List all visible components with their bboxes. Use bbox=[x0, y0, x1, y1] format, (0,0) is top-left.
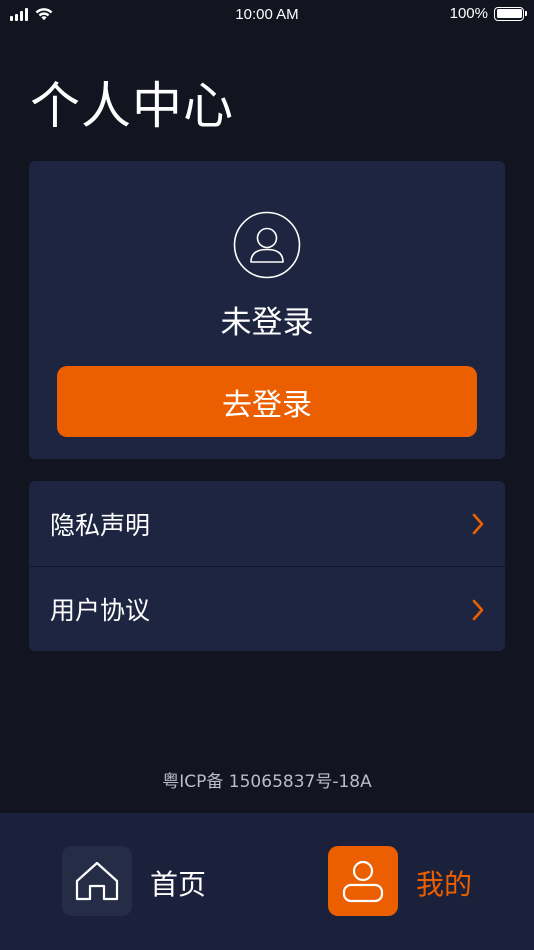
icp-license-text: 粤ICP备 15065837号-18A bbox=[162, 772, 372, 792]
user-avatar-icon bbox=[233, 211, 301, 279]
page-title: 个人中心 bbox=[30, 77, 234, 135]
tab-mine-label: 我的 bbox=[416, 868, 473, 901]
battery-icon bbox=[494, 6, 527, 21]
profile-card: 未登录 去登录 bbox=[29, 161, 505, 459]
login-status-text: 未登录 bbox=[220, 305, 314, 341]
menu-list: 隐私声明 用户协议 bbox=[29, 481, 505, 651]
tab-home-label: 首页 bbox=[150, 868, 207, 901]
menu-item-label: 用户协议 bbox=[50, 596, 151, 625]
chevron-right-icon bbox=[472, 599, 484, 621]
chevron-right-icon bbox=[472, 513, 484, 535]
menu-item-label: 隐私声明 bbox=[50, 510, 151, 540]
home-icon bbox=[75, 861, 119, 901]
status-bar: 10:00 AM 100% bbox=[0, 0, 534, 32]
battery-fill bbox=[496, 9, 522, 18]
tab-mine-icon-box bbox=[328, 846, 398, 916]
login-button[interactable]: 去登录 bbox=[57, 366, 477, 437]
battery-percent: 100% bbox=[449, 5, 488, 22]
tab-home[interactable]: 首页 bbox=[62, 846, 222, 916]
menu-item-user-agreement[interactable]: 用户协议 bbox=[29, 566, 505, 651]
tab-home-icon-box bbox=[62, 846, 132, 916]
tab-mine[interactable]: 我的 bbox=[328, 846, 488, 916]
menu-item-privacy-statement[interactable]: 隐私声明 bbox=[29, 481, 505, 566]
user-icon bbox=[342, 860, 384, 903]
screen: 10:00 AM 100% 个人中心 未登录 去登录 隐私声明 用户协议 粤IC… bbox=[0, 0, 534, 950]
tab-bar: 首页 我的 bbox=[0, 813, 534, 950]
status-right: 100% bbox=[449, 5, 527, 22]
